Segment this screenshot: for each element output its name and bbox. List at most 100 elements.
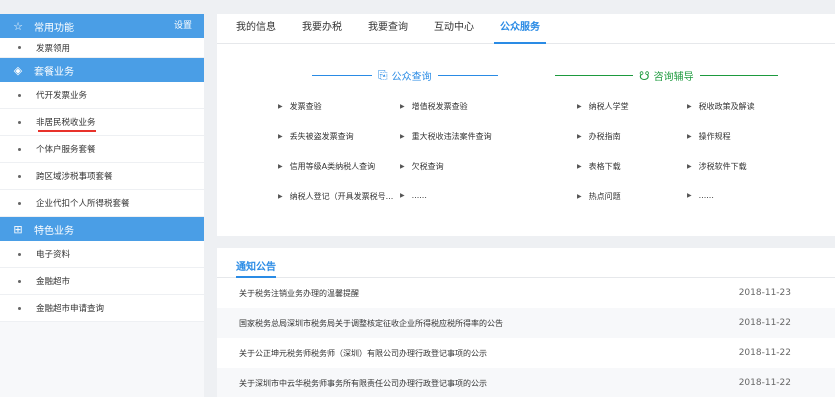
sidebar-header-common[interactable]: ☆ 常用功能 设置 [0, 14, 204, 38]
link-taxpayer-register[interactable]: ▶ 纳税人登记（开具发票税号... [278, 191, 393, 202]
star-icon: ☆ [13, 19, 23, 33]
consult-heading: ☋ 咨询辅导 [555, 68, 778, 83]
sidebar-item-cross-region[interactable]: 跨区域涉税事项套餐 [0, 163, 204, 190]
active-underline [38, 130, 96, 132]
sidebar-item-finance-market[interactable]: 金融超市 [0, 268, 204, 295]
tab-my-info[interactable]: 我的信息 [236, 13, 276, 43]
bullet-icon [18, 252, 21, 256]
sidebar-header-special[interactable]: ⊞ 特色业务 [0, 217, 204, 241]
sidebar-item-invoice-collect[interactable]: 发票领用 [0, 38, 204, 58]
bullet-icon [18, 93, 21, 97]
caret-right-icon: ▶ [400, 192, 405, 199]
link-tax-violation[interactable]: ▶ 重大税收违法案件查询 [400, 131, 492, 142]
link-taxpayer-school[interactable]: ▶ 纳税人学堂 [577, 101, 629, 112]
caret-right-icon: ▶ [687, 103, 692, 110]
sidebar-item-individual-package[interactable]: 个体户服务套餐 [0, 136, 204, 163]
sidebar-header-package[interactable]: ◈ 套餐业务 [0, 58, 204, 82]
link-tax-arrears[interactable]: ▶ 欠税查询 [400, 161, 444, 172]
sidebar-item-withholding[interactable]: 企业代扣个人所得税套餐 [0, 190, 204, 217]
sidebar-item-label: 个体户服务套餐 [36, 145, 96, 155]
caret-right-icon: ▶ [577, 193, 582, 200]
link-form-download[interactable]: ▶ 表格下载 [577, 161, 621, 172]
tab-interaction[interactable]: 互动中心 [434, 13, 474, 43]
sidebar-item-label: 代开发票业务 [36, 91, 88, 101]
caret-right-icon: ▶ [400, 163, 405, 170]
notice-title[interactable]: 关于深圳市中云华税务师事务所有限责任公司办理行政登记事项的公示 [239, 378, 487, 389]
notice-row[interactable]: 国家税务总局深圳市税务局关于调整核定征收企业所得税应税所得率的公告 2018-1… [217, 308, 835, 338]
notice-row[interactable]: 关于深圳市中云华税务师事务所有限责任公司办理行政登记事项的公示 2018-11-… [217, 368, 835, 397]
notice-row[interactable]: 关于公正坤元税务师税务师（深圳）有限公司办理行政登记事项的公示 2018-11-… [217, 338, 835, 368]
tab-query[interactable]: 我要查询 [368, 13, 408, 43]
notice-date: 2018-11-22 [738, 378, 791, 388]
caret-right-icon: ▶ [278, 193, 283, 200]
tab-tax-handling[interactable]: 我要办税 [302, 13, 342, 43]
sidebar-item-e-docs[interactable]: 电子资料 [0, 241, 204, 268]
caret-right-icon: ▶ [400, 133, 405, 140]
sidebar-item-issue-invoice[interactable]: 代开发票业务 [0, 82, 204, 109]
sidebar: ☆ 常用功能 设置 发票领用 ◈ 套餐业务 代开发票业务 非居民税收业务 个体户… [0, 14, 204, 397]
link-invoice-verify[interactable]: ▶ 发票查验 [278, 101, 322, 112]
link-consult-more[interactable]: ▶...... [687, 191, 714, 200]
bullet-icon [18, 120, 21, 124]
sidebar-item-label: 金融超市申请查询 [36, 304, 105, 314]
section-title: 咨询辅导 [653, 72, 694, 83]
grid-icon: ⊞ [13, 222, 23, 236]
caret-right-icon: ▶ [577, 103, 582, 110]
link-tax-guide[interactable]: ▶ 办税指南 [577, 131, 621, 142]
notice-header: 通知公告 [217, 248, 835, 278]
notice-date: 2018-11-23 [738, 288, 791, 298]
caret-right-icon: ▶ [400, 103, 405, 110]
caret-right-icon: ▶ [278, 163, 283, 170]
caret-right-icon: ▶ [577, 133, 582, 140]
bullet-icon [18, 46, 21, 49]
sidebar-item-finance-query[interactable]: 金融超市申请查询 [0, 295, 204, 322]
divider [312, 75, 372, 76]
search-doc-icon: ⎘ [378, 68, 388, 82]
link-tax-policy[interactable]: ▶ 税收政策及解读 [687, 101, 755, 112]
settings-link[interactable]: 设置 [174, 14, 192, 38]
caret-right-icon: ▶ [577, 163, 582, 170]
notice-title[interactable]: 关于税务注销业务办理的温馨提醒 [239, 288, 359, 299]
sidebar-header-label: 套餐业务 [34, 66, 74, 78]
caret-right-icon: ▶ [278, 133, 283, 140]
sidebar-header-label: 特色业务 [34, 225, 74, 237]
notice-tab[interactable]: 通知公告 [236, 258, 276, 278]
divider [699, 75, 778, 76]
sidebar-item-label: 电子资料 [36, 250, 71, 260]
sidebar-item-label: 跨区域涉税事项套餐 [36, 172, 113, 182]
caret-right-icon: ▶ [278, 103, 283, 110]
link-vat-invoice-verify[interactable]: ▶ 增值税发票查验 [400, 101, 468, 112]
notice-title[interactable]: 国家税务总局深圳市税务局关于调整核定征收企业所得税应税所得率的公告 [239, 318, 503, 329]
link-credit-a[interactable]: ▶ 信用等级A类纳税人查询 [278, 161, 375, 172]
bullet-icon [18, 279, 21, 283]
divider [555, 75, 633, 76]
main-tabs: 我的信息 我要办税 我要查询 互动中心 公众服务 [217, 14, 835, 44]
tab-public-service[interactable]: 公众服务 [494, 13, 546, 44]
notice-title[interactable]: 关于公正坤元税务师税务师（深圳）有限公司办理行政登记事项的公示 [239, 348, 487, 359]
caret-right-icon: ▶ [687, 133, 692, 140]
sidebar-item-label: 金融超市 [36, 277, 71, 287]
notice-date: 2018-11-22 [738, 348, 791, 358]
sidebar-header-label: 常用功能 [34, 22, 74, 34]
caret-right-icon: ▶ [687, 192, 692, 199]
bullet-icon [18, 174, 21, 178]
bullet-icon [18, 201, 21, 205]
consult-icon: ☋ [639, 68, 650, 83]
bullet-icon [18, 306, 21, 310]
link-lost-invoice[interactable]: ▶ 丢失被盗发票查询 [278, 131, 354, 142]
public-service-panel: 我的信息 我要办税 我要查询 互动中心 公众服务 ⎘ 公众查询 ☋ 咨询辅导 ▶… [217, 14, 835, 236]
notice-row[interactable]: 关于税务注销业务办理的温馨提醒 2018-11-23 [217, 278, 835, 308]
notice-panel: 通知公告 关于税务注销业务办理的温馨提醒 2018-11-23 国家税务总局深圳… [217, 248, 835, 397]
sidebar-item-label: 发票领用 [36, 43, 71, 54]
link-hot-topics[interactable]: ▶ 热点问题 [577, 191, 621, 202]
link-procedures[interactable]: ▶ 操作规程 [687, 131, 731, 142]
section-title: 公众查询 [391, 72, 432, 83]
layers-icon: ◈ [13, 63, 23, 77]
link-software-download[interactable]: ▶ 涉税软件下载 [687, 161, 747, 172]
sidebar-item-nonresident-tax[interactable]: 非居民税收业务 [0, 109, 204, 136]
sidebar-item-label: 企业代扣个人所得税套餐 [36, 199, 130, 209]
public-query-heading: ⎘ 公众查询 [312, 68, 498, 83]
caret-right-icon: ▶ [687, 163, 692, 170]
bullet-icon [18, 147, 21, 151]
link-query-more[interactable]: ▶...... [400, 191, 427, 200]
